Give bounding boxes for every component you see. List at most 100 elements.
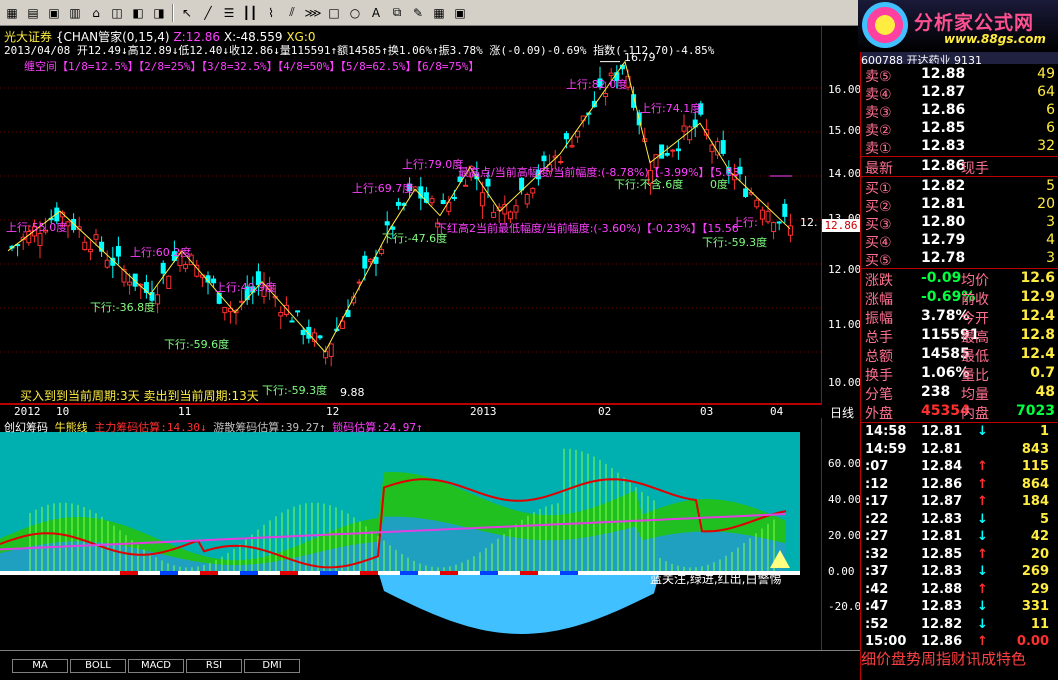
chart-annotation: 下行:不含.6度: [614, 177, 683, 191]
candle-body: [295, 310, 301, 313]
kline-chart[interactable]: 上行:55.0度 上行:60.2度 上行:49.9度 上行:69.7度 上行:79.0度…: [0, 26, 822, 404]
candle-body: [104, 259, 110, 268]
toolbar-icon-0[interactable]: ▦: [2, 3, 22, 23]
chart-annotation: 下红高2当前最低幅度/当前幅度:(-3.60%)【-0.23%】【15.56: [436, 221, 739, 235]
chart-annotation: 上行:69.7度: [352, 181, 413, 195]
candle-body: [328, 343, 334, 357]
tick-arrow: ↓: [977, 564, 988, 579]
color-icon[interactable]: ▦: [429, 3, 449, 23]
tab-ma[interactable]: MA: [12, 658, 68, 673]
tab-boll[interactable]: BOLL: [70, 658, 126, 673]
fan-icon[interactable]: ⌇: [261, 3, 281, 23]
tick-arrow: ↓: [977, 529, 988, 544]
sub-axis-tick: 40.00: [828, 493, 862, 506]
toolbar-icon-1[interactable]: ▤: [23, 3, 43, 23]
levels-line: 缠空间【1/8=12.5%】【2/8=25%】【3/8=32.5%】【4/8=5…: [24, 60, 480, 73]
date-tick: 2012: [14, 405, 41, 418]
buy-level-label: 买②: [865, 199, 892, 215]
candle-body: [429, 198, 435, 204]
candle-body: [771, 222, 777, 233]
candle-body: [166, 275, 172, 289]
ellipse-icon[interactable]: ○: [345, 3, 365, 23]
tick-time: :37: [865, 564, 889, 579]
signal-segment: [280, 571, 298, 575]
tab-macd[interactable]: MACD: [128, 658, 184, 673]
toolbar-icon-7[interactable]: ◨: [149, 3, 169, 23]
tick-price: 12.83: [921, 511, 963, 527]
channel-icon[interactable]: ⫽: [282, 3, 302, 23]
vlines-icon[interactable]: ┃┃: [240, 3, 260, 23]
stat-value-2: 48: [1035, 384, 1055, 400]
signal-segment: [240, 571, 258, 575]
candle-body: [451, 196, 457, 199]
rect-icon[interactable]: □: [324, 3, 344, 23]
buy-price: 12.82: [921, 178, 966, 194]
candle-body: [115, 246, 121, 257]
toolbar-icon-4[interactable]: ⌂: [86, 3, 106, 23]
sell-volume: 49: [1037, 66, 1055, 82]
drawing-toolbar: ▦ ▤ ▣ ▥ ⌂ ◫ ◧ ◨ ↖ ╱ ☰ ┃┃ ⌇ ⫽ ⋙ □ ○ A ⧉ ✎ ▦ ▣: [0, 0, 860, 26]
cursor-icon[interactable]: ↖: [177, 3, 197, 23]
latest-label: 最新: [865, 161, 893, 177]
save-icon[interactable]: ▣: [450, 3, 470, 23]
toolbar-icon-6[interactable]: ◧: [128, 3, 148, 23]
sell-price: 12.86: [921, 102, 966, 118]
stock-header: 600788 开达药业 9131: [861, 52, 1058, 64]
latest-tag: 现手: [961, 161, 989, 177]
tick-volume: 331: [1021, 599, 1049, 614]
chart-annotation: 上行:49.9度: [215, 280, 276, 294]
toolbar-icon-3[interactable]: ▥: [65, 3, 85, 23]
stat-value-2: 12.8: [1020, 327, 1055, 343]
tick-arrow: ↑: [977, 546, 988, 562]
signal-segment: [360, 571, 378, 575]
toolbar-icon-2[interactable]: ▣: [44, 3, 64, 23]
tick-arrow: ↑: [977, 494, 988, 509]
date-tick: 02: [598, 405, 612, 418]
tab-dmi[interactable]: DMI: [244, 658, 300, 673]
tick-time: :42: [865, 581, 889, 597]
candle-body: [754, 199, 760, 208]
tick-row: :42 12.88 ↑ 29: [861, 582, 1058, 600]
chip-indicator-panel[interactable]: 创幻筹码 牛熊线 主力筹码估算:14.30↓ 游散筹码估算:39.27↑ 锁码估…: [0, 418, 822, 650]
tick-arrow: ↓: [977, 424, 988, 439]
tick-volume: 29: [1030, 581, 1049, 597]
copy-icon[interactable]: ⧉: [387, 3, 407, 23]
candle-body: [715, 141, 721, 156]
stat-value-2: 12.6: [1020, 270, 1055, 286]
text-icon[interactable]: A: [366, 3, 386, 23]
period-label[interactable]: 日线: [824, 404, 860, 420]
tick-volume: 1: [1039, 424, 1049, 439]
tick-time: 14:58: [865, 424, 907, 439]
candle-body: [720, 140, 726, 154]
ticker-tabs[interactable]: 细价盘势周指财讯成特色: [861, 648, 1058, 668]
tab-rsi[interactable]: RSI: [186, 658, 242, 673]
stat-label-2: 均价: [961, 273, 989, 289]
eraser-icon[interactable]: ✎: [408, 3, 428, 23]
sell-row: 卖④ 12.87 64: [861, 84, 1058, 103]
line-icon[interactable]: ╱: [198, 3, 218, 23]
tick-row: 14:59 12.81 843: [861, 442, 1058, 460]
latest-row: 最新 12.86 现手: [861, 158, 1058, 177]
candle-body: [524, 193, 530, 205]
stat-label: 换手: [865, 368, 893, 384]
candle-body: [575, 130, 581, 138]
current-price-tag: 12.86: [822, 219, 860, 232]
date-tick: 03: [700, 405, 714, 418]
signal-segment: [480, 571, 498, 575]
candle-body: [479, 192, 485, 207]
signal-segment: [160, 571, 178, 575]
candle-body: [687, 126, 693, 141]
tick-time: :47: [865, 599, 889, 614]
hline-icon[interactable]: ☰: [219, 3, 239, 23]
gann-icon[interactable]: ⋙: [303, 3, 323, 23]
buy-row: 买④ 12.79 4: [861, 232, 1058, 251]
sell-level-label: 卖④: [865, 87, 892, 103]
candle-body: [681, 125, 687, 132]
outer-inner-row: 外盘 45354 内盘 7023: [861, 403, 1058, 422]
kline-svg[interactable]: 上行:55.0度上行:60.2度上行:49.9度 上行:69.7度 上行:79.0度…: [0, 26, 822, 404]
candle-body: [709, 144, 715, 153]
chip-indicator-svg[interactable]: [0, 418, 822, 650]
candle-body: [659, 144, 665, 159]
tick-time: :22: [865, 511, 889, 527]
toolbar-icon-5[interactable]: ◫: [107, 3, 127, 23]
